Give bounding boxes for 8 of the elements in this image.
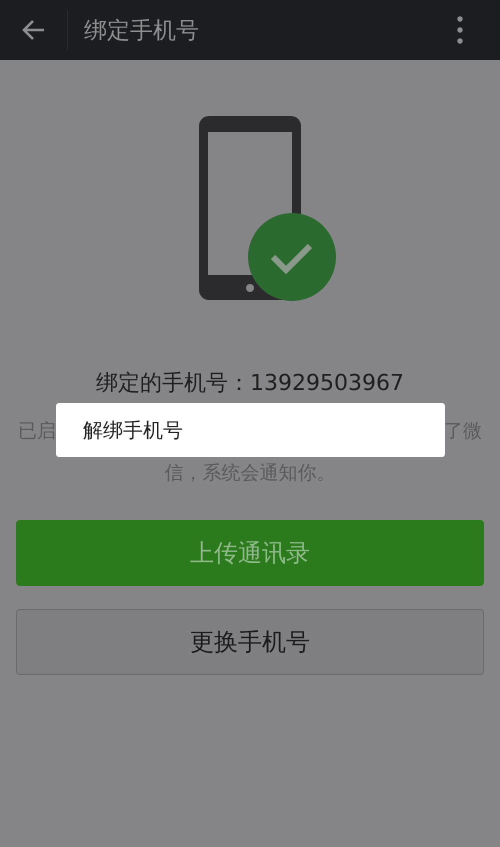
menu-item[interactable]: 解绑手机号 xyxy=(56,403,445,457)
back-arrow-icon xyxy=(22,19,46,41)
change-number-button[interactable]: 更换手机号 xyxy=(16,609,484,675)
more-icon xyxy=(457,16,463,44)
phone-check-icon xyxy=(199,116,339,302)
upload-contacts-button[interactable]: 上传通讯录 xyxy=(16,520,484,586)
page-title: 绑定手机号 xyxy=(84,16,200,46)
bound-phone-number: 绑定的手机号：13929503967 xyxy=(95,370,405,398)
